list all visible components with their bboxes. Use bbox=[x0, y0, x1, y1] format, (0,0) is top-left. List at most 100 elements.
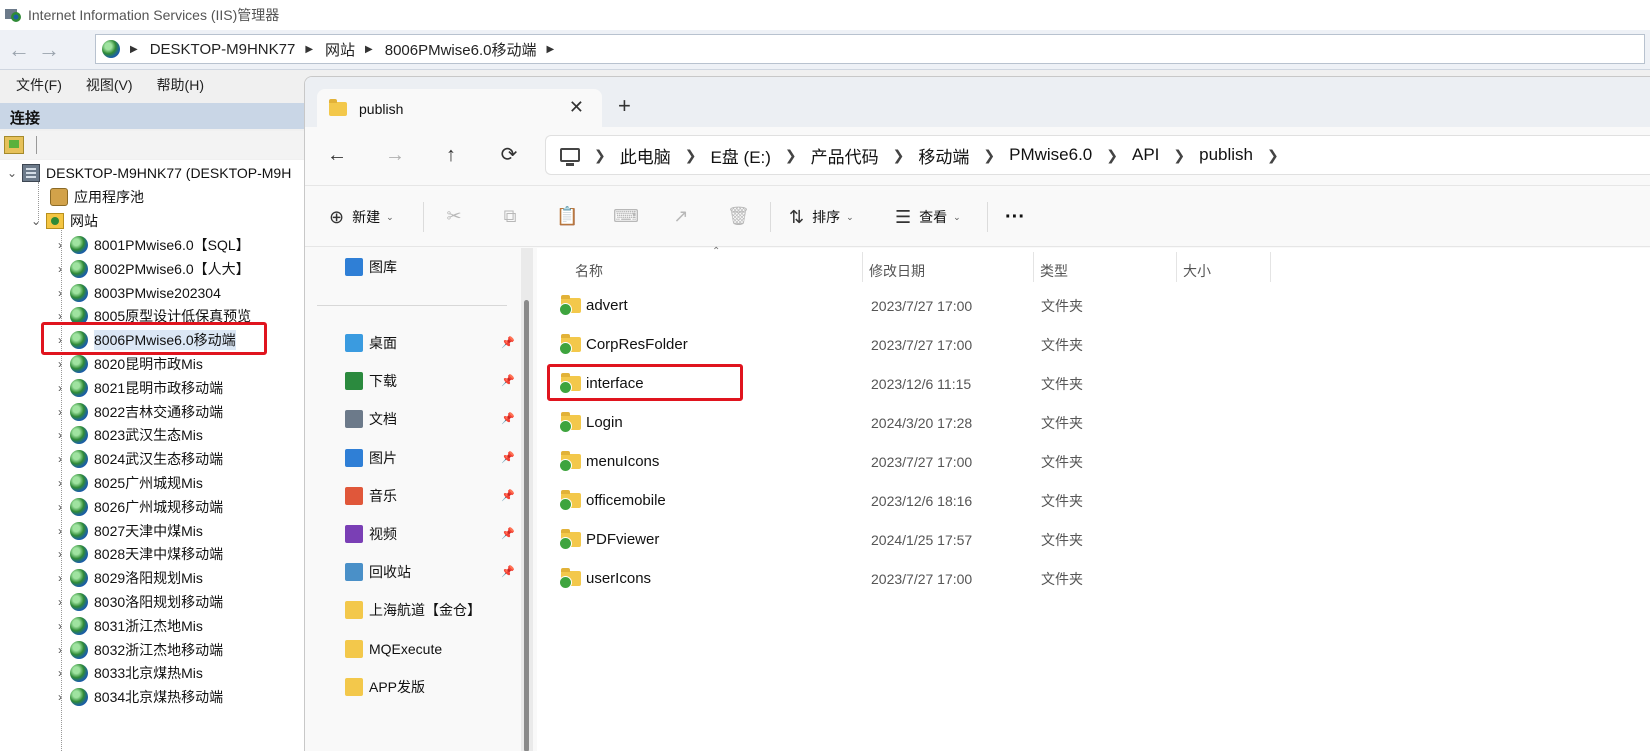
file-row[interactable]: officemobile 2023/12/6 18:16 文件夹 bbox=[559, 481, 1641, 520]
iis-address-segment[interactable]: DESKTOP-M9HNK77 bbox=[150, 41, 296, 58]
chevron-right-icon[interactable]: › bbox=[54, 452, 66, 466]
nav-pane-scrollbar[interactable] bbox=[521, 248, 533, 751]
tree-node-site[interactable]: › 8001PMwise6.0【SQL】 bbox=[54, 234, 250, 256]
chevron-right-icon[interactable]: › bbox=[54, 381, 66, 395]
iis-address-bar[interactable]: ▶ DESKTOP-M9HNK77 ▶ 网站 ▶ 8006PMwise6.0移动… bbox=[95, 34, 1645, 64]
chevron-right-icon[interactable]: › bbox=[54, 405, 66, 419]
column-divider[interactable] bbox=[862, 252, 863, 282]
connect-icon[interactable] bbox=[4, 136, 24, 154]
tree-node-site[interactable]: › 8027天津中煤Mis bbox=[54, 520, 203, 542]
tree-node-site[interactable]: › 8024武汉生态移动端 bbox=[54, 448, 223, 470]
tree-node-site[interactable]: › 8023武汉生态Mis bbox=[54, 424, 203, 446]
nav-item-quick-access[interactable]: APP发版 bbox=[345, 672, 425, 702]
rename-icon[interactable]: ⌨ bbox=[613, 206, 639, 228]
breadcrumb[interactable]: ❯ 此电脑 ❯ E盘 (E:) ❯ 产品代码 ❯ 移动端 ❯ PMwise6.0… bbox=[545, 135, 1650, 175]
tree-node-site[interactable]: › 8032浙江杰地移动端 bbox=[54, 639, 223, 661]
menu-view[interactable]: 视图(V) bbox=[86, 75, 133, 95]
copy-icon[interactable]: ⧉ bbox=[499, 206, 521, 228]
chevron-right-icon[interactable]: › bbox=[54, 524, 66, 538]
back-arrow-icon[interactable]: ← bbox=[323, 141, 351, 169]
chevron-right-icon[interactable]: ❯ bbox=[685, 147, 697, 164]
tree-node-site[interactable]: › 8033北京煤热Mis bbox=[54, 662, 203, 684]
tree-node-site[interactable]: › 8002PMwise6.0【人大】 bbox=[54, 258, 250, 280]
iis-address-segment[interactable]: 网站 bbox=[325, 39, 355, 60]
cut-icon[interactable]: ✂ bbox=[443, 206, 465, 228]
file-row[interactable]: Login 2024/3/20 17:28 文件夹 bbox=[559, 403, 1641, 442]
breadcrumb-item[interactable]: 移动端 bbox=[918, 143, 969, 168]
nav-item-quick-access[interactable]: 桌面 bbox=[345, 328, 397, 358]
view-button[interactable]: ☰ 查看 ⌄ bbox=[895, 204, 961, 230]
chevron-right-icon[interactable]: › bbox=[54, 262, 66, 276]
nav-item-quick-access[interactable]: 回收站 bbox=[345, 557, 411, 587]
chevron-right-icon[interactable]: ❯ bbox=[1106, 147, 1118, 164]
tree-node-site[interactable]: › 8029洛阳规划Mis bbox=[54, 567, 203, 589]
navigation-pane[interactable]: 图库 桌面 📌 下载 📌 文档 📌 图片 📌 音乐 📌 视频 📌 回收站 📌 上海航道【金仓】 MQExecu… bbox=[305, 248, 537, 751]
chevron-right-icon[interactable]: › bbox=[54, 571, 66, 585]
column-divider[interactable] bbox=[1270, 252, 1271, 282]
chevron-right-icon[interactable]: ❯ bbox=[594, 147, 606, 164]
chevron-right-icon[interactable]: › bbox=[54, 666, 66, 680]
file-row[interactable]: CorpResFolder 2023/7/27 17:00 文件夹 bbox=[559, 325, 1641, 364]
tree-node-site[interactable]: › 8030洛阳规划移动端 bbox=[54, 591, 223, 613]
sort-button[interactable]: ⇅ 排序 ⌄ bbox=[789, 204, 854, 230]
breadcrumb-item[interactable]: 此电脑 bbox=[620, 143, 671, 168]
pin-icon[interactable]: 📌 bbox=[501, 374, 515, 387]
file-row[interactable]: userIcons 2023/7/27 17:00 文件夹 bbox=[559, 559, 1641, 598]
nav-item-quick-access[interactable]: 上海航道【金仓】 bbox=[345, 595, 481, 625]
file-row[interactable]: advert 2023/7/27 17:00 文件夹 bbox=[559, 286, 1641, 325]
chevron-right-icon[interactable]: ▶ bbox=[365, 44, 373, 55]
tree-node-site[interactable]: › 8020昆明市政Mis bbox=[54, 353, 203, 375]
breadcrumb-item[interactable]: 产品代码 bbox=[811, 143, 879, 168]
delete-icon[interactable]: 🗑 bbox=[727, 206, 750, 228]
file-row[interactable]: PDFviewer 2024/1/25 17:57 文件夹 bbox=[559, 520, 1641, 559]
breadcrumb-item[interactable]: API bbox=[1132, 145, 1159, 165]
breadcrumb-item[interactable]: publish bbox=[1199, 145, 1253, 165]
tree-node-site[interactable]: › 8026广州城规移动端 bbox=[54, 496, 223, 518]
pin-icon[interactable]: 📌 bbox=[501, 565, 515, 578]
chevron-right-icon[interactable]: ❯ bbox=[893, 147, 905, 164]
nav-item-gallery[interactable]: 图库 bbox=[345, 252, 397, 282]
tree-node-server[interactable]: ⌄ DESKTOP-M9HNK77 (DESKTOP-M9H bbox=[6, 162, 291, 184]
chevron-right-icon[interactable]: › bbox=[54, 286, 66, 300]
chevron-right-icon[interactable]: ▶ bbox=[546, 44, 554, 55]
menu-file[interactable]: 文件(F) bbox=[16, 75, 62, 95]
chevron-right-icon[interactable]: ▶ bbox=[305, 44, 313, 55]
back-arrow-icon[interactable]: ← bbox=[4, 35, 34, 65]
tree-node-site[interactable]: › 8022吉林交通移动端 bbox=[54, 401, 223, 423]
paste-icon[interactable]: 📋 bbox=[556, 206, 578, 228]
new-tab-plus-icon[interactable]: + bbox=[618, 93, 631, 119]
column-header-type[interactable]: 类型 bbox=[1040, 258, 1068, 284]
tree-node-site[interactable]: › 8034北京煤热移动端 bbox=[54, 686, 223, 708]
nav-item-quick-access[interactable]: 下载 bbox=[345, 366, 397, 396]
tree-node-site[interactable]: › 8003PMwise202304 bbox=[54, 282, 221, 304]
tree-node-site[interactable]: › 8028天津中煤移动端 bbox=[54, 543, 223, 565]
breadcrumb-item[interactable]: PMwise6.0 bbox=[1009, 145, 1092, 165]
connections-tree[interactable]: ⌄ DESKTOP-M9HNK77 (DESKTOP-M9H 应用程序池 ⌄ 网… bbox=[0, 160, 310, 751]
forward-arrow-icon[interactable]: → bbox=[34, 35, 64, 65]
tree-node-app-pools[interactable]: 应用程序池 bbox=[50, 186, 144, 208]
chevron-down-icon[interactable]: ⌄ bbox=[30, 214, 42, 228]
nav-item-quick-access[interactable]: 音乐 bbox=[345, 481, 397, 511]
pin-icon[interactable]: 📌 bbox=[501, 451, 515, 464]
tree-node-site[interactable]: › 8021昆明市政移动端 bbox=[54, 377, 223, 399]
chevron-right-icon[interactable]: › bbox=[54, 643, 66, 657]
pin-icon[interactable]: 📌 bbox=[501, 489, 515, 502]
share-icon[interactable]: ↗ bbox=[670, 206, 692, 228]
menu-help[interactable]: 帮助(H) bbox=[157, 75, 204, 95]
more-options-icon[interactable]: ··· bbox=[1005, 204, 1025, 230]
refresh-icon[interactable]: ⟳ bbox=[495, 141, 523, 169]
chevron-right-icon[interactable]: › bbox=[54, 619, 66, 633]
column-header-name[interactable]: 名称 bbox=[575, 258, 603, 284]
nav-item-quick-access[interactable]: MQExecute bbox=[345, 634, 442, 664]
column-header-modified[interactable]: 修改日期 bbox=[869, 258, 925, 284]
chevron-right-icon[interactable]: › bbox=[54, 547, 66, 561]
chevron-right-icon[interactable]: › bbox=[54, 500, 66, 514]
chevron-right-icon[interactable]: ▶ bbox=[130, 44, 138, 55]
computer-icon[interactable] bbox=[560, 148, 580, 166]
pin-icon[interactable]: 📌 bbox=[501, 412, 515, 425]
chevron-right-icon[interactable]: ❯ bbox=[1173, 147, 1185, 164]
pin-icon[interactable]: 📌 bbox=[501, 527, 515, 540]
up-arrow-icon[interactable]: ↑ bbox=[437, 141, 465, 169]
file-row[interactable]: menuIcons 2023/7/27 17:00 文件夹 bbox=[559, 442, 1641, 481]
breadcrumb-item[interactable]: E盘 (E:) bbox=[710, 143, 770, 168]
